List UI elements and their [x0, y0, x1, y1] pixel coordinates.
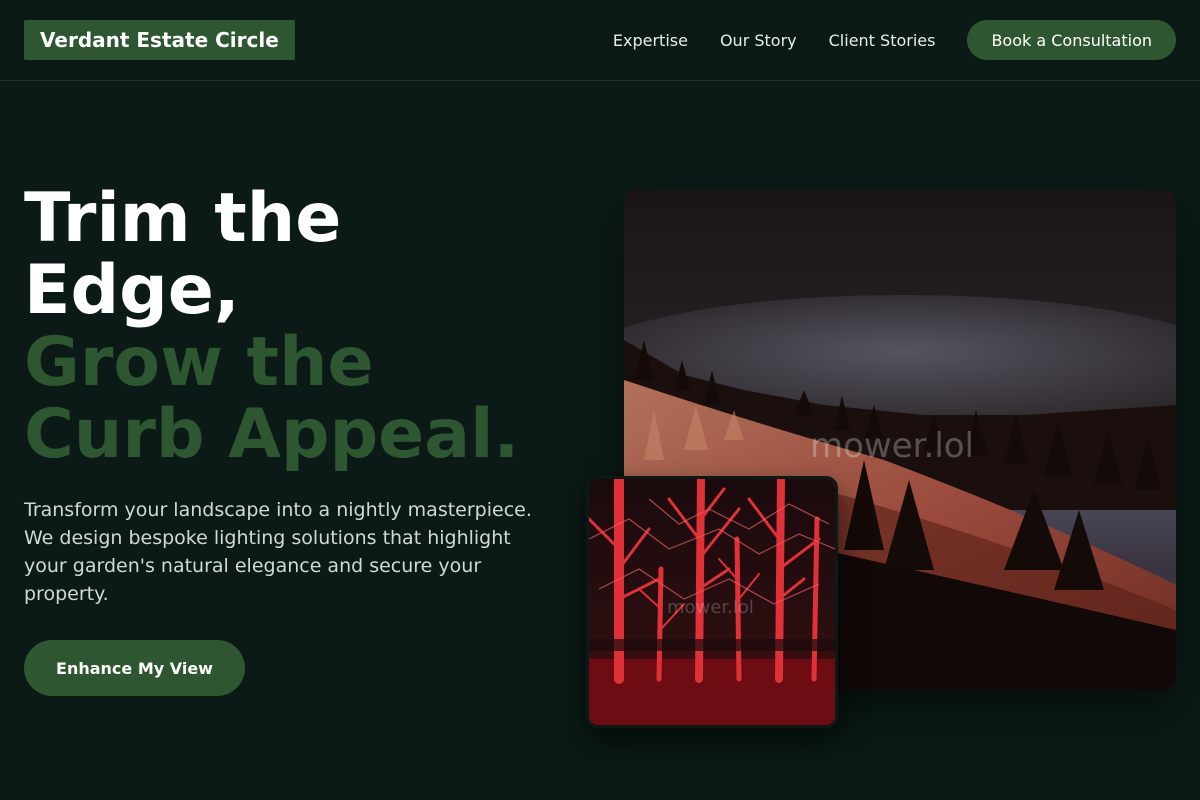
site-header: Verdant Estate Circle Expertise Our Stor… [0, 0, 1200, 81]
nav-link-our-story[interactable]: Our Story [720, 31, 797, 50]
hero-title-accent-line: Grow the [24, 323, 374, 402]
nav-link-client-stories[interactable]: Client Stories [829, 31, 936, 50]
hero-small-image: mower.lol [586, 476, 838, 728]
book-consultation-button[interactable]: Book a Consultation [967, 20, 1176, 60]
image-watermark: mower.lol [810, 426, 975, 466]
hero-title-line: Trim the [24, 179, 342, 258]
hero-title: Trim the Edge, Grow the Curb Appeal. [24, 183, 584, 471]
main-nav: Expertise Our Story Client Stories Book … [613, 20, 1176, 60]
hero-subtitle: Transform your landscape into a nightly … [24, 499, 532, 605]
enhance-my-view-button[interactable]: Enhance My View [24, 640, 245, 696]
hero-title-line: Edge, [24, 251, 240, 330]
brand-logo[interactable]: Verdant Estate Circle [24, 20, 295, 60]
nav-link-expertise[interactable]: Expertise [613, 31, 688, 50]
hero-title-accent-line: Curb Appeal. [24, 395, 520, 474]
image-watermark: mower.lol [667, 597, 754, 618]
